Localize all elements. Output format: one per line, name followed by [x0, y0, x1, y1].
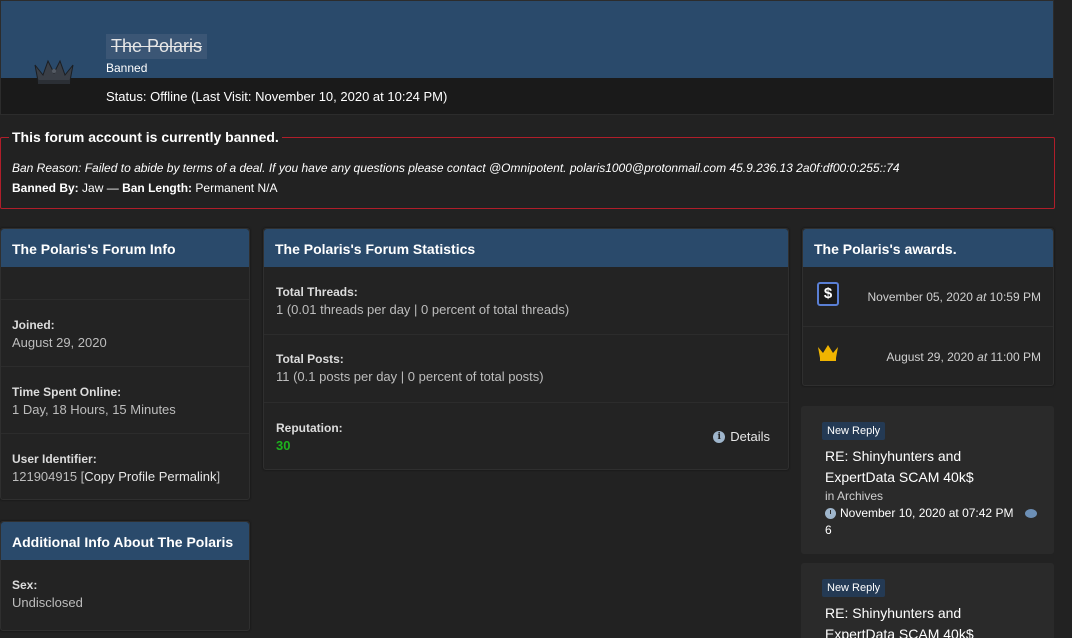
- ban-reason: Ban Reason: Failed to abide by terms of …: [12, 161, 900, 175]
- ban-meta: Banned By: Jaw — Ban Length: Permanent N…: [12, 181, 277, 195]
- sex-row: Sex: Undisclosed: [1, 560, 249, 630]
- time-online-row: Time Spent Online: 1 Day, 18 Hours, 15 M…: [1, 366, 249, 433]
- reply-title-link[interactable]: RE: Shinyhunters and ExpertData SCAM 40k…: [825, 603, 1025, 638]
- profile-usertitle: Banned: [106, 61, 148, 75]
- reputation-label: Reputation:: [276, 421, 343, 435]
- user-identifier-value: 121904915 [Copy Profile Permalink]: [12, 469, 249, 484]
- ban-separator: —: [106, 181, 119, 195]
- reply-card[interactable]: New Reply RE: Shinyhunters and ExpertDat…: [801, 406, 1054, 554]
- award-date-at: at: [976, 290, 987, 304]
- profile-header: The Polaris Banned Status: Offline (Last…: [0, 0, 1054, 115]
- reply-count: 6: [825, 523, 832, 537]
- banned-by-label: Banned By:: [12, 181, 79, 195]
- awards-panel: The Polaris's awards. $ November 05, 202…: [802, 228, 1054, 386]
- banned-by-value: Jaw: [82, 181, 104, 195]
- award-date-time: 10:59 PM: [989, 290, 1041, 304]
- reply-forum: in Archives: [825, 489, 884, 503]
- total-threads-row: Total Threads: 1 (0.01 threads per day |…: [264, 267, 788, 334]
- total-posts-value: 11 (0.1 posts per day | 0 percent of tot…: [276, 369, 544, 384]
- new-reply-badge: New Reply: [822, 579, 886, 597]
- total-threads-value: 1 (0.01 threads per day | 0 percent of t…: [276, 302, 570, 317]
- comment-icon: [1025, 508, 1038, 518]
- reputation-value: 30: [276, 438, 291, 453]
- reputation-details-link[interactable]: i Details: [713, 429, 770, 444]
- forum-info-panel: The Polaris's Forum Info Joined: August …: [0, 228, 250, 500]
- crown-avatar-icon: [34, 59, 74, 84]
- award-date: November 05, 2020 at 10:59 PM: [868, 290, 1041, 304]
- sex-label: Sex:: [12, 578, 38, 592]
- total-posts-row: Total Posts: 11 (0.1 posts per day | 0 p…: [264, 334, 788, 402]
- ban-notice: This forum account is currently banned. …: [0, 129, 1055, 209]
- award-date-time: 11:00 PM: [990, 350, 1041, 364]
- additional-info-title: Additional Info About The Polaris: [1, 522, 249, 560]
- copy-permalink-link[interactable]: Copy Profile Permalink: [84, 469, 216, 484]
- user-identifier-suffix: ]: [216, 469, 221, 484]
- ban-title: This forum account is currently banned.: [9, 129, 282, 145]
- user-identifier-number: 121904915 [: [12, 469, 85, 484]
- total-threads-label: Total Threads:: [276, 285, 358, 299]
- forum-stats-title: The Polaris's Forum Statistics: [264, 229, 788, 267]
- award-item: August 29, 2020 at 11:00 PM: [803, 326, 1053, 385]
- profile-status: Status: Offline (Last Visit: November 10…: [106, 89, 447, 104]
- reputation-row: Reputation: 30 i Details: [264, 402, 788, 469]
- award-date-day: August 29, 2020: [886, 350, 974, 364]
- ban-length-label: Ban Length:: [122, 181, 193, 195]
- info-icon: i: [713, 430, 726, 443]
- forum-info-title: The Polaris's Forum Info: [1, 229, 249, 267]
- award-date-day: November 05, 2020: [867, 290, 973, 304]
- new-reply-badge: New Reply: [822, 422, 886, 440]
- award-date: August 29, 2020 at 11:00 PM: [886, 350, 1041, 364]
- dollar-award-icon[interactable]: $: [817, 282, 839, 306]
- forum-stats-panel: The Polaris's Forum Statistics Total Thr…: [263, 228, 789, 470]
- status-label: Status:: [106, 89, 147, 104]
- details-label: Details: [730, 429, 770, 444]
- user-identifier-label: User Identifier:: [12, 452, 97, 466]
- total-posts-label: Total Posts:: [276, 352, 344, 366]
- reply-time: November 10, 2020 at 07:42 PM: [840, 506, 1014, 520]
- clock-icon: [825, 507, 836, 519]
- reply-card[interactable]: New Reply RE: Shinyhunters and ExpertDat…: [801, 563, 1054, 638]
- last-visit: (Last Visit: November 10, 2020 at 10:24 …: [191, 89, 448, 104]
- ban-length-value: Permanent N/A: [195, 181, 278, 195]
- joined-value: August 29, 2020: [12, 335, 107, 350]
- user-identifier-row: User Identifier: 121904915 [Copy Profile…: [1, 433, 249, 500]
- awards-title: The Polaris's awards.: [803, 229, 1053, 267]
- profile-username: The Polaris: [106, 34, 208, 59]
- reply-title-link[interactable]: RE: Shinyhunters and ExpertData SCAM 40k…: [825, 446, 1025, 488]
- time-online-label: Time Spent Online:: [12, 385, 122, 399]
- joined-label: Joined:: [12, 318, 55, 332]
- additional-info-panel: Additional Info About The Polaris Sex: U…: [0, 521, 250, 631]
- status-value: Offline: [150, 89, 188, 104]
- reply-meta: November 10, 2020 at 07:42 PM: [825, 506, 1038, 520]
- sex-value: Undisclosed: [12, 595, 83, 610]
- award-date-at: at: [977, 350, 988, 364]
- joined-row: Joined: August 29, 2020: [1, 299, 249, 366]
- time-online-value: 1 Day, 18 Hours, 15 Minutes: [12, 402, 176, 417]
- award-item: $ November 05, 2020 at 10:59 PM: [803, 267, 1053, 326]
- crown-award-icon[interactable]: [816, 342, 840, 362]
